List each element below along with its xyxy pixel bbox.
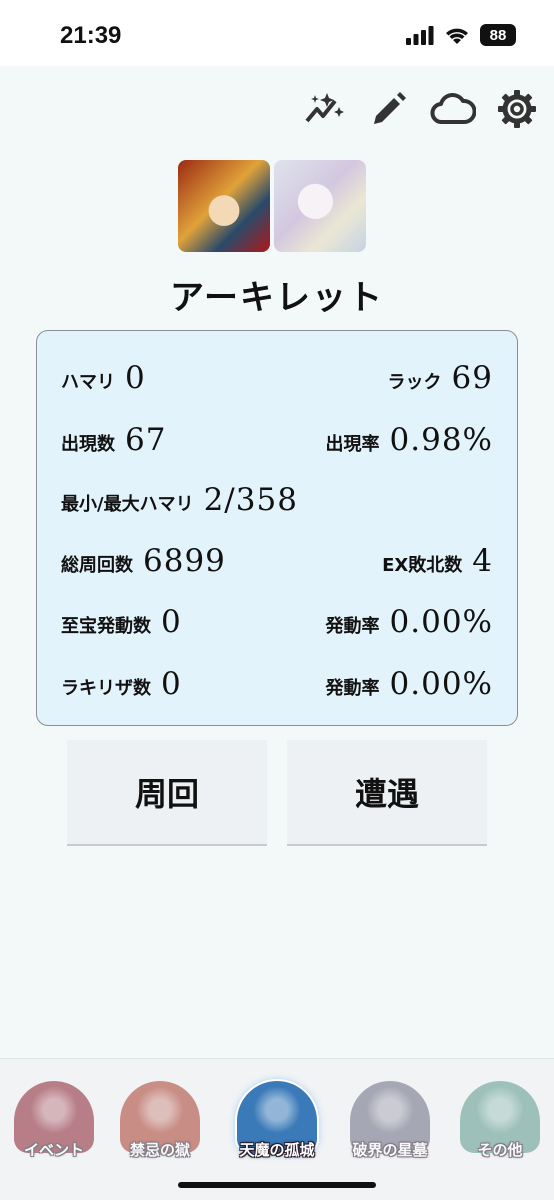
- status-time: 21:39: [60, 22, 122, 49]
- ex-defeat-value: 4: [472, 543, 493, 579]
- pencil-icon: [374, 92, 406, 124]
- appear-rate-label: 出現率: [325, 434, 380, 455]
- nav-label-star-tomb: 破界の星墓: [352, 1141, 428, 1159]
- minmax-value: 2/358: [203, 482, 298, 518]
- ex-defeat-label: EX敗北数: [382, 555, 463, 576]
- treasure-label: 至宝発動数: [61, 616, 151, 637]
- stats-row-treasure: 至宝発動数 0 発動率 0.00%: [61, 597, 493, 647]
- encounter-button[interactable]: 遭遇: [287, 740, 487, 846]
- appear-rate-value: 0.98%: [389, 422, 493, 458]
- status-icons: 88: [406, 24, 516, 46]
- lucky-label: ラキリザ数: [61, 678, 151, 699]
- hamari-value: 0: [125, 360, 146, 396]
- nav-label-tenma-castle: 天魔の孤城: [239, 1141, 315, 1159]
- character-name: アーキレット: [170, 278, 384, 318]
- stats-row-hamari: ハマリ 0 ラック 69: [61, 353, 493, 403]
- treasure-rate-value: 0.00%: [389, 604, 493, 640]
- character-portrait-secondary[interactable]: [274, 160, 366, 252]
- stats-row-laps: 総周回数 6899 EX敗北数 4: [61, 536, 493, 586]
- lucky-rate-label: 発動率: [325, 678, 380, 699]
- stats-row-lucky: ラキリザ数 0 発動率 0.00%: [61, 659, 493, 709]
- sparkle-chart-button[interactable]: [302, 86, 348, 132]
- home-indicator: [178, 1182, 376, 1188]
- nav-item-star-tomb[interactable]: 破界の星墓: [342, 1077, 438, 1177]
- edit-button[interactable]: [366, 86, 412, 132]
- nav-item-event[interactable]: イベント: [6, 1077, 102, 1177]
- character-portrait-primary[interactable]: [178, 160, 270, 252]
- treasure-value: 0: [161, 604, 182, 640]
- cellular-signal-icon: [406, 26, 434, 45]
- cloud-sync-button[interactable]: [430, 86, 476, 132]
- appear-count-value: 67: [125, 422, 167, 458]
- total-laps-value: 6899: [143, 543, 226, 579]
- gear-icon: [498, 90, 536, 128]
- luck-label: ラック: [387, 372, 442, 393]
- cloud-icon: [430, 93, 476, 124]
- battery-indicator: 88: [480, 24, 516, 46]
- settings-button[interactable]: [494, 86, 540, 132]
- lucky-value: 0: [161, 666, 182, 702]
- lucky-rate-value: 0.00%: [389, 666, 493, 702]
- sparkle-chart-icon: [305, 93, 344, 123]
- nav-label-other: その他: [477, 1141, 523, 1159]
- stats-row-minmax: 最小/最大ハマリ 2/358: [61, 475, 493, 525]
- stats-row-appear: 出現数 67 出現率 0.98%: [61, 415, 493, 465]
- lap-button[interactable]: 周回: [67, 740, 267, 846]
- character-icons: [178, 160, 366, 252]
- toolbar: [302, 86, 540, 132]
- wifi-icon: [446, 28, 468, 44]
- status-bar: 21:39 88: [0, 0, 554, 66]
- total-laps-label: 総周回数: [61, 555, 133, 576]
- nav-item-tenma-castle[interactable]: 天魔の孤城: [229, 1077, 325, 1177]
- nav-item-forbidden-prison[interactable]: 禁忌の獄: [112, 1077, 208, 1177]
- stats-card: ハマリ 0 ラック 69 出現数 67 出現率 0.98% 最小/最大ハマリ 2…: [36, 330, 518, 726]
- nav-label-event: イベント: [23, 1141, 84, 1159]
- appear-count-label: 出現数: [61, 434, 115, 455]
- nav-item-other[interactable]: その他: [452, 1077, 548, 1177]
- nav-label-forbidden-prison: 禁忌の獄: [129, 1141, 190, 1159]
- treasure-rate-label: 発動率: [325, 616, 380, 637]
- luck-value: 69: [451, 360, 493, 396]
- hamari-label: ハマリ: [61, 372, 115, 393]
- minmax-label: 最小/最大ハマリ: [61, 494, 194, 515]
- bottom-nav: イベント 禁忌の獄 天魔の孤城 破界の星墓 その他: [0, 1058, 554, 1200]
